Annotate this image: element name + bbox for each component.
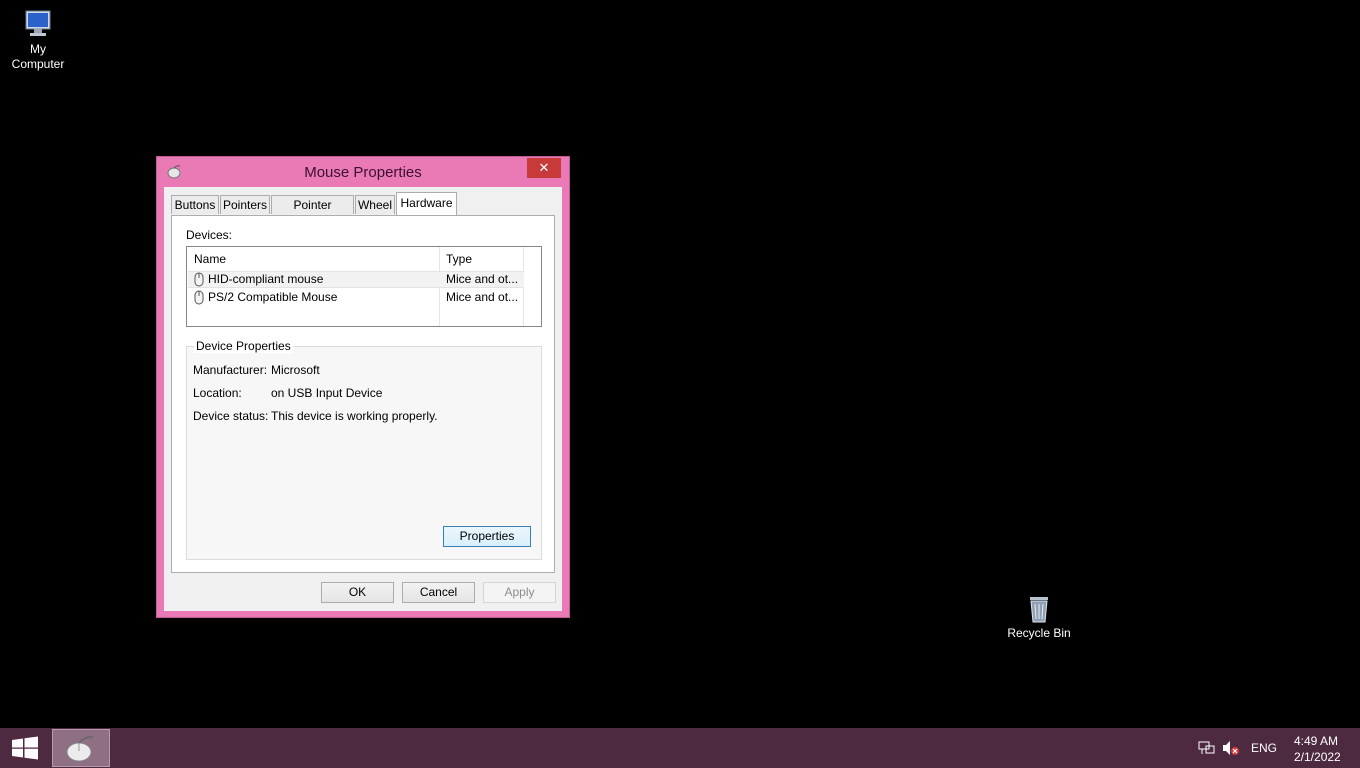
dialog-client-area: Buttons Pointers Pointer Options Wheel H…: [164, 187, 562, 611]
recycle-bin-desktop-icon[interactable]: Recycle Bin: [1001, 594, 1077, 641]
clock-time[interactable]: 4:49 AM: [1294, 734, 1338, 748]
volume-muted-icon[interactable]: [1222, 740, 1240, 756]
group-title: Device Properties: [194, 339, 293, 353]
mouse-device-icon: [194, 290, 204, 305]
hardware-tab-panel: Devices: Name Type HID-compliant mouse M…: [171, 215, 555, 573]
tab-pointers[interactable]: Pointers: [220, 195, 270, 214]
language-indicator[interactable]: ENG: [1251, 741, 1277, 755]
device-properties-group: Device Properties Manufacturer: Microsof…: [186, 339, 542, 560]
taskbar-mouse-properties-button[interactable]: [52, 729, 110, 767]
mouse-device-icon: [194, 272, 204, 287]
device-row[interactable]: HID-compliant mouse Mice and ot...: [188, 271, 524, 288]
tab-buttons[interactable]: Buttons: [171, 195, 219, 214]
manufacturer-value: Microsoft: [271, 363, 320, 377]
close-button[interactable]: ✕: [527, 158, 561, 178]
recycle-bin-icon: [1030, 597, 1048, 623]
taskbar: ENG 4:49 AM 2/1/2022: [0, 728, 1360, 768]
device-row[interactable]: PS/2 Compatible Mouse Mice and ot...: [188, 289, 524, 306]
list-header: Name Type: [187, 247, 541, 271]
location-label: Location:: [193, 386, 242, 400]
my-computer-label-line1: My: [30, 42, 46, 56]
cancel-button[interactable]: Cancel: [402, 582, 475, 603]
column-header-type[interactable]: Type: [439, 247, 523, 271]
device-name: PS/2 Compatible Mouse: [208, 290, 338, 304]
ok-button[interactable]: OK: [321, 582, 394, 603]
close-icon: ✕: [538, 160, 550, 175]
title-bar[interactable]: Mouse Properties ✕: [157, 157, 569, 187]
tab-pointer-options[interactable]: Pointer Options: [271, 195, 354, 231]
recycle-bin-label: Recycle Bin: [1007, 626, 1071, 640]
device-status-value: This device is working properly.: [271, 409, 438, 423]
network-icon[interactable]: [1198, 740, 1216, 756]
device-status-label: Device status:: [193, 409, 269, 423]
device-type: Mice and ot...: [446, 290, 519, 304]
devices-label: Devices:: [186, 228, 233, 242]
clock-date[interactable]: 2/1/2022: [1294, 750, 1341, 764]
manufacturer-label: Manufacturer:: [193, 363, 268, 377]
location-value: on USB Input Device: [271, 386, 383, 400]
windows-start-icon[interactable]: [11, 736, 39, 760]
window-title: Mouse Properties: [304, 164, 422, 181]
my-computer-label-line2: Computer: [11, 57, 65, 71]
tab-hardware[interactable]: Hardware: [396, 192, 457, 215]
column-header-name[interactable]: Name: [187, 247, 439, 271]
properties-button[interactable]: Properties: [443, 526, 531, 547]
mouse-properties-window: Mouse Properties ✕ Buttons Pointers Poin…: [156, 156, 570, 618]
tab-wheel[interactable]: Wheel: [355, 195, 395, 214]
device-type: Mice and ot...: [446, 272, 519, 286]
my-computer-desktop-icon[interactable]: My Computer: [0, 8, 76, 72]
computer-icon: [25, 10, 51, 36]
device-name: HID-compliant mouse: [208, 272, 324, 286]
mouse-icon: [66, 736, 94, 762]
apply-button: Apply: [483, 582, 556, 603]
devices-list[interactable]: Name Type HID-compliant mouse Mice and o…: [186, 246, 542, 327]
